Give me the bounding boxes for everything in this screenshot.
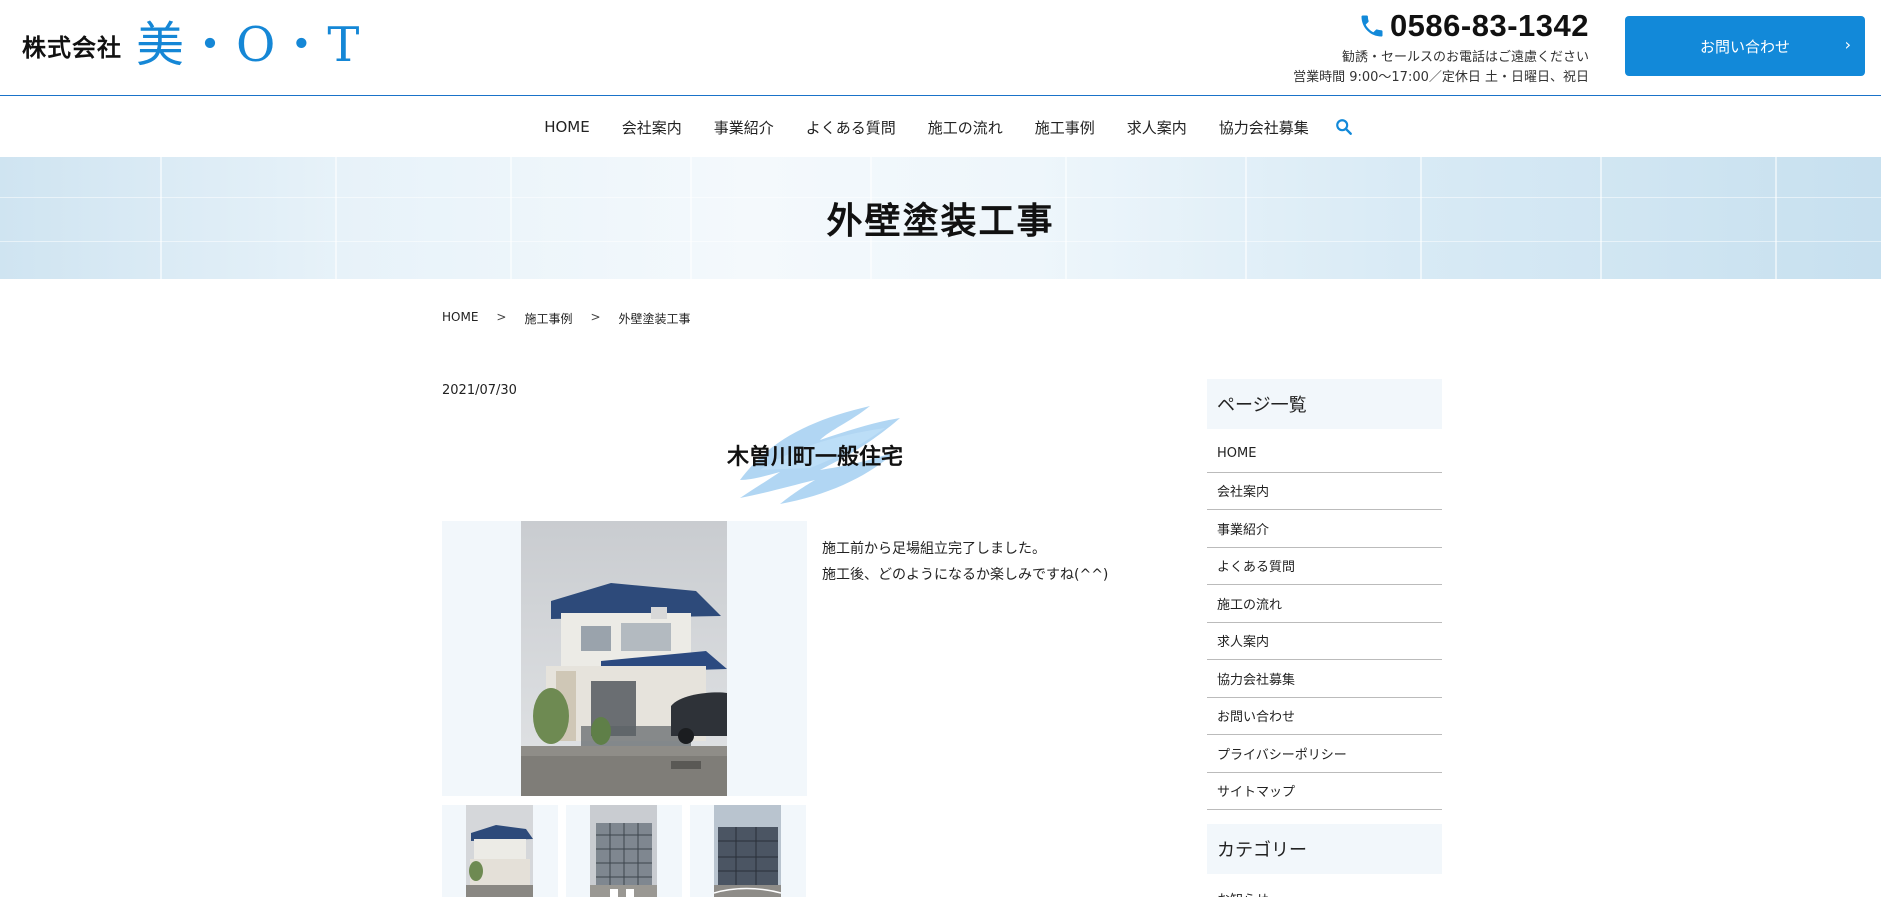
- sidebar-item-privacy[interactable]: プライバシーポリシー: [1207, 735, 1442, 773]
- sidebar-item-contact[interactable]: お問い合わせ: [1207, 698, 1442, 735]
- contact-button-label: お問い合わせ: [1699, 37, 1790, 56]
- breadcrumb: HOME > 施工事例 > 外壁塗装工事: [442, 310, 691, 327]
- sidebar-heading-pages: ページ一覧: [1207, 379, 1442, 429]
- nav-item-partner[interactable]: 協力会社募集: [1219, 117, 1309, 138]
- breadcrumb-home[interactable]: HOME: [442, 310, 478, 327]
- chevron-right-icon: ›: [1844, 35, 1851, 54]
- sidebar-category-list: お知らせ: [1207, 880, 1442, 897]
- sales-call-notice: 勧誘・セールスのお電話はご遠慮ください: [1341, 50, 1589, 65]
- post-body-line: 施工前から足場組立完了しました。: [822, 541, 1046, 557]
- logo-mark: 美・O・T: [136, 17, 362, 73]
- site-header: 株式会社 美・O・T 0586-83-1342 勧誘・セールスのお電話はご遠慮く…: [0, 0, 1881, 96]
- sidebar-item-sitemap[interactable]: サイトマップ: [1207, 773, 1442, 810]
- sidebar-item-flow[interactable]: 施工の流れ: [1207, 585, 1442, 623]
- breadcrumb-current: 外壁塗装工事: [618, 312, 691, 326]
- sidebar-item-company[interactable]: 会社案内: [1207, 473, 1442, 510]
- thumbnail-3[interactable]: [690, 805, 806, 897]
- nav-item-company[interactable]: 会社案内: [622, 117, 682, 138]
- thumbnail-image: [714, 805, 781, 897]
- house-photo[interactable]: [521, 521, 727, 796]
- thumbnail-2[interactable]: [566, 805, 682, 897]
- post-body-line: 施工後、どのようになるか楽しみですね(^^): [822, 567, 1109, 583]
- nav-item-faq[interactable]: よくある質問: [806, 117, 896, 138]
- page-title: 外壁塗装工事: [826, 201, 1055, 242]
- logo-company-type: 株式会社: [22, 33, 122, 62]
- main-photo-frame: [442, 521, 807, 796]
- contact-button[interactable]: お問い合わせ ›: [1625, 16, 1865, 76]
- phone-icon: [1361, 15, 1383, 37]
- breadcrumb-separator: >: [496, 310, 507, 324]
- post-date: 2021/07/30: [442, 383, 517, 398]
- sidebar-heading-category: カテゴリー: [1207, 824, 1442, 874]
- thumbnail-image: [590, 805, 657, 897]
- thumbnail-strip: [442, 805, 814, 897]
- sidebar-item-recruit[interactable]: 求人案内: [1207, 623, 1442, 660]
- breadcrumb-separator: >: [590, 310, 601, 324]
- search-icon[interactable]: [1335, 118, 1353, 136]
- global-nav: HOME 会社案内 事業紹介 よくある質問 施工の流れ 施工事例 求人案内 協力…: [0, 97, 1881, 157]
- sidebar-category-news[interactable]: お知らせ: [1207, 880, 1442, 897]
- contact-info: 0586-83-1342 勧誘・セールスのお電話はご遠慮ください 営業時間 9:…: [1293, 8, 1589, 88]
- breadcrumb-works[interactable]: 施工事例: [524, 310, 572, 327]
- page-hero: 外壁塗装工事: [0, 157, 1881, 279]
- phone-number[interactable]: 0586-83-1342: [1390, 8, 1589, 44]
- site-logo[interactable]: 株式会社 美・O・T: [22, 18, 361, 72]
- thumbnail-1[interactable]: [442, 805, 558, 897]
- thumbnail-image: [466, 805, 533, 897]
- phone-row: 0586-83-1342: [1293, 8, 1589, 44]
- post-title: 木曽川町一般住宅: [726, 445, 903, 470]
- sidebar-page-list: HOME 会社案内 事業紹介 よくある質問 施工の流れ 求人案内 協力会社募集 …: [1207, 435, 1442, 810]
- nav-item-recruit[interactable]: 求人案内: [1127, 117, 1187, 138]
- nav-item-flow[interactable]: 施工の流れ: [928, 117, 1003, 138]
- sidebar: ページ一覧 HOME 会社案内 事業紹介 よくある質問 施工の流れ 求人案内 協…: [1207, 379, 1442, 897]
- sidebar-item-partner[interactable]: 協力会社募集: [1207, 660, 1442, 698]
- nav-item-works[interactable]: 施工事例: [1035, 117, 1095, 138]
- nav-item-home[interactable]: HOME: [544, 118, 590, 136]
- nav-item-business[interactable]: 事業紹介: [714, 117, 774, 138]
- post-body: 施工前から足場組立完了しました。 施工後、どのようになるか楽しみですね(^^): [822, 536, 1108, 588]
- post-title-block: 木曽川町一般住宅: [700, 400, 930, 510]
- business-hours: 営業時間 9:00〜17:00／定休日 土・日曜日、祝日: [1293, 70, 1589, 85]
- sidebar-item-home[interactable]: HOME: [1207, 435, 1442, 473]
- sidebar-item-business[interactable]: 事業紹介: [1207, 510, 1442, 548]
- sidebar-item-faq[interactable]: よくある質問: [1207, 548, 1442, 585]
